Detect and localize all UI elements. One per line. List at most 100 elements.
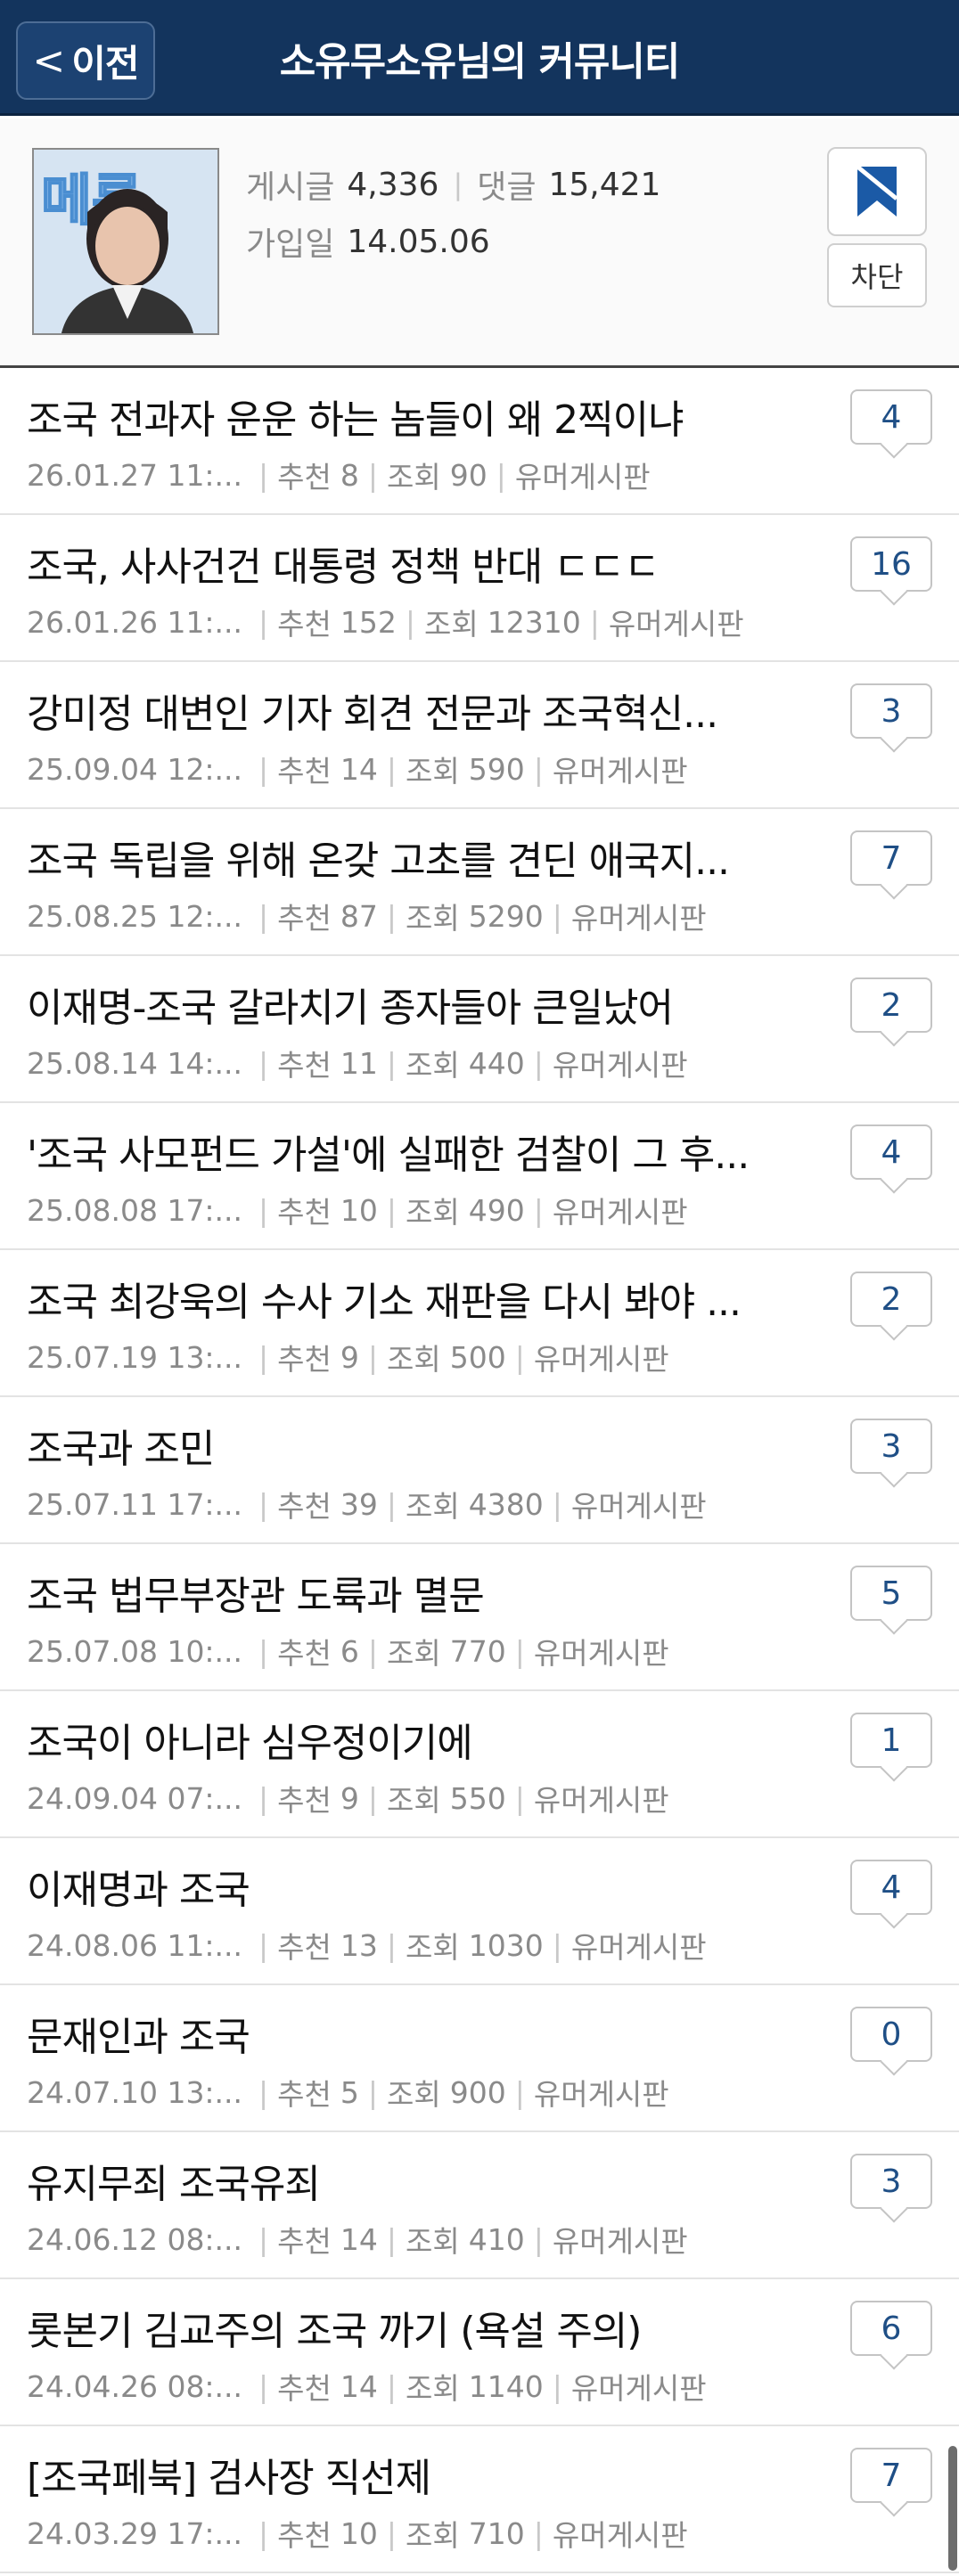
list-item[interactable]: 이재명과 조국 24.08.06 11:... | 추천 13 | 조회 1030 | 유머게시판… [0,1838,959,1985]
views-count: 710 [468,2515,525,2551]
post-title[interactable]: [조국페북] 검사장 직선제 [27,2446,775,2503]
post-title[interactable]: 조국 법무부장관 도륙과 멸문 [27,1564,775,1621]
views-count: 550 [449,1780,506,1816]
meta-divider: | [258,1780,269,1816]
list-item[interactable]: 조국 법무부장관 도륙과 멸문 25.07.08 10:... | 추천 6 | 조회 770… [0,1544,959,1691]
meta-divider: | [386,2221,397,2257]
post-meta: 24.09.04 07:... | 추천 9 | 조회 550 | 유머게시판 [27,1777,811,1820]
avatar[interactable]: 메롱 [32,148,219,335]
bookmark-button[interactable] [827,147,927,236]
post-title[interactable]: 강미정 대변인 기자 회견 전문과 조국혁신... [27,682,775,739]
board-name: 유머게시판 [570,2371,707,2406]
post-meta: 26.01.26 11:... | 추천 152 | 조회 12310 | 유머게시판 [27,601,811,643]
profile-stats: 게시글 4,336 | 댓글 15,421 가입일 14.05.06 [246,156,781,270]
list-item[interactable]: '조국 사모펀드 가설'에 실패한 검찰이 그 후... 25.08.08 17:… [0,1103,959,1250]
recommend-label: 추천 [277,1048,332,1083]
comment-count-badge[interactable]: 4 [850,1860,932,1915]
back-button-label: 이전 [71,41,139,86]
post-title[interactable]: 롯본기 김교주의 조국 까기 (욕설 주의) [27,2299,775,2356]
meta-divider: | [258,1339,269,1375]
list-item[interactable]: 조국 독립을 위해 온갖 고초를 견딘 애국지... 25.08.25 12:..… [0,809,959,956]
board-name: 유머게시판 [570,901,707,936]
post-title[interactable]: 이재명-조국 갈라치기 종자들아 큰일났어 [27,976,775,1033]
meta-divider: | [552,898,562,934]
block-button[interactable]: 차단 [827,243,927,307]
views-label: 조회 [405,2224,460,2259]
chevron-left-icon: < [32,37,65,84]
recommend-label: 추천 [277,1783,332,1818]
post-meta: 25.09.04 12:... | 추천 14 | 조회 590 | 유머게시판 [27,748,811,790]
recommend-count: 13 [340,1927,378,1963]
recommend-label: 추천 [277,2224,332,2259]
comments-count-value: 15,421 [548,166,661,203]
board-name: 유머게시판 [533,1636,669,1671]
comment-count-badge[interactable]: 3 [850,2154,932,2209]
list-item[interactable]: 문재인과 조국 24.07.10 13:... | 추천 5 | 조회 900 | 유머게시판 0 [0,1985,959,2132]
comment-count-badge[interactable]: 5 [850,1566,932,1621]
post-title[interactable]: '조국 사모펀드 가설'에 실패한 검찰이 그 후... [27,1123,775,1180]
back-button[interactable]: < 이전 [16,21,155,100]
comment-count-badge[interactable]: 4 [850,389,932,445]
joined-date-label: 가입일 [246,226,335,263]
meta-divider: | [386,2515,397,2551]
post-date: 25.08.25 12:... [27,898,243,934]
comment-count-badge[interactable]: 2 [850,1272,932,1327]
post-date: 24.08.06 11:... [27,1927,243,1963]
board-name: 유머게시판 [533,2077,669,2112]
post-meta: 25.07.11 17:... | 추천 39 | 조회 4380 | 유머게시판 [27,1483,811,1525]
views-count: 440 [468,1045,525,1081]
profile-section: 메롱 게시글 4,336 | 댓글 15,421 가입일 14.05.06 차단 [0,119,959,368]
comment-count-badge[interactable]: 7 [850,2448,932,2503]
comment-count-badge[interactable]: 0 [850,2007,932,2062]
list-item[interactable]: 유지무죄 조국유죄 24.06.12 08:... | 추천 14 | 조회 410 | 유머게시… [0,2132,959,2279]
recommend-label: 추천 [277,607,332,642]
comment-count-badge[interactable]: 16 [850,536,932,592]
list-item[interactable]: 롯본기 김교주의 조국 까기 (욕설 주의) 24.04.26 08:... | 추천… [0,2279,959,2426]
list-item[interactable]: 조국 최강욱의 수사 기소 재판을 다시 봐야 ... 25.07.19 13:.… [0,1250,959,1397]
post-date: 25.07.19 13:... [27,1339,243,1375]
post-title[interactable]: 조국 전과자 운운 하는 놈들이 왜 2찍이냐 [27,388,775,445]
recommend-count: 8 [340,457,359,493]
recommend-count: 10 [340,1192,378,1228]
post-meta: 26.01.27 11:... | 추천 8 | 조회 90 | 유머게시판 [27,454,811,496]
post-meta: 25.08.25 12:... | 추천 87 | 조회 5290 | 유머게시판 [27,895,811,937]
post-title[interactable]: 유지무죄 조국유죄 [27,2152,775,2209]
meta-divider: | [552,2368,562,2404]
views-label: 조회 [405,901,460,936]
list-item[interactable]: 조국 전과자 운운 하는 놈들이 왜 2찍이냐 26.01.27 11:... | 추… [0,368,959,515]
views-count: 590 [468,751,525,787]
views-label: 조회 [386,1636,441,1671]
meta-divider: | [258,1486,269,1522]
comment-count-badge[interactable]: 7 [850,830,932,886]
views-label: 조회 [386,460,441,495]
list-item[interactable]: 조국이 아니라 심우정이기에 24.09.04 07:... | 추천 9 | 조회 550 |… [0,1691,959,1838]
meta-divider: | [514,1780,525,1816]
meta-divider: | [258,2368,269,2404]
post-title[interactable]: 문재인과 조국 [27,2005,775,2062]
post-title[interactable]: 조국이 아니라 심우정이기에 [27,1711,775,1768]
views-label: 조회 [405,1195,460,1230]
post-title[interactable]: 조국 독립을 위해 온갖 고초를 견딘 애국지... [27,829,775,886]
comment-count-badge[interactable]: 6 [850,2301,932,2356]
list-item[interactable]: 강미정 대변인 기자 회견 전문과 조국혁신... 25.09.04 12:...… [0,662,959,809]
post-title[interactable]: 조국 최강욱의 수사 기소 재판을 다시 봐야 ... [27,1270,775,1327]
comment-count-badge[interactable]: 4 [850,1124,932,1180]
comment-count-badge[interactable]: 2 [850,977,932,1033]
comment-count-badge[interactable]: 1 [850,1713,932,1768]
list-item[interactable]: [조국페북] 검사장 직선제 24.03.29 17:... | 추천 10 | 조회 710… [0,2426,959,2573]
meta-divider: | [386,1192,397,1228]
list-item[interactable]: 조국과 조민 25.07.11 17:... | 추천 39 | 조회 4380 | 유머게시판 3 [0,1397,959,1544]
recommend-label: 추천 [277,901,332,936]
list-item[interactable]: 이재명-조국 갈라치기 종자들아 큰일났어 25.08.14 14:... | 추천 1… [0,956,959,1103]
meta-divider: | [258,1927,269,1963]
post-title[interactable]: 조국과 조민 [27,1417,775,1474]
post-date: 25.09.04 12:... [27,751,243,787]
scrollbar[interactable] [948,2446,957,2571]
meta-divider: | [367,1633,378,1669]
post-meta: 25.08.08 17:... | 추천 10 | 조회 490 | 유머게시판 [27,1189,811,1231]
comment-count-badge[interactable]: 3 [850,683,932,739]
list-item[interactable]: 조국, 사사건건 대통령 정책 반대 ㄷㄷㄷ 26.01.26 11:... | 추천… [0,515,959,662]
post-title[interactable]: 이재명과 조국 [27,1858,775,1915]
comment-count-badge[interactable]: 3 [850,1419,932,1474]
post-title[interactable]: 조국, 사사건건 대통령 정책 반대 ㄷㄷㄷ [27,535,775,592]
